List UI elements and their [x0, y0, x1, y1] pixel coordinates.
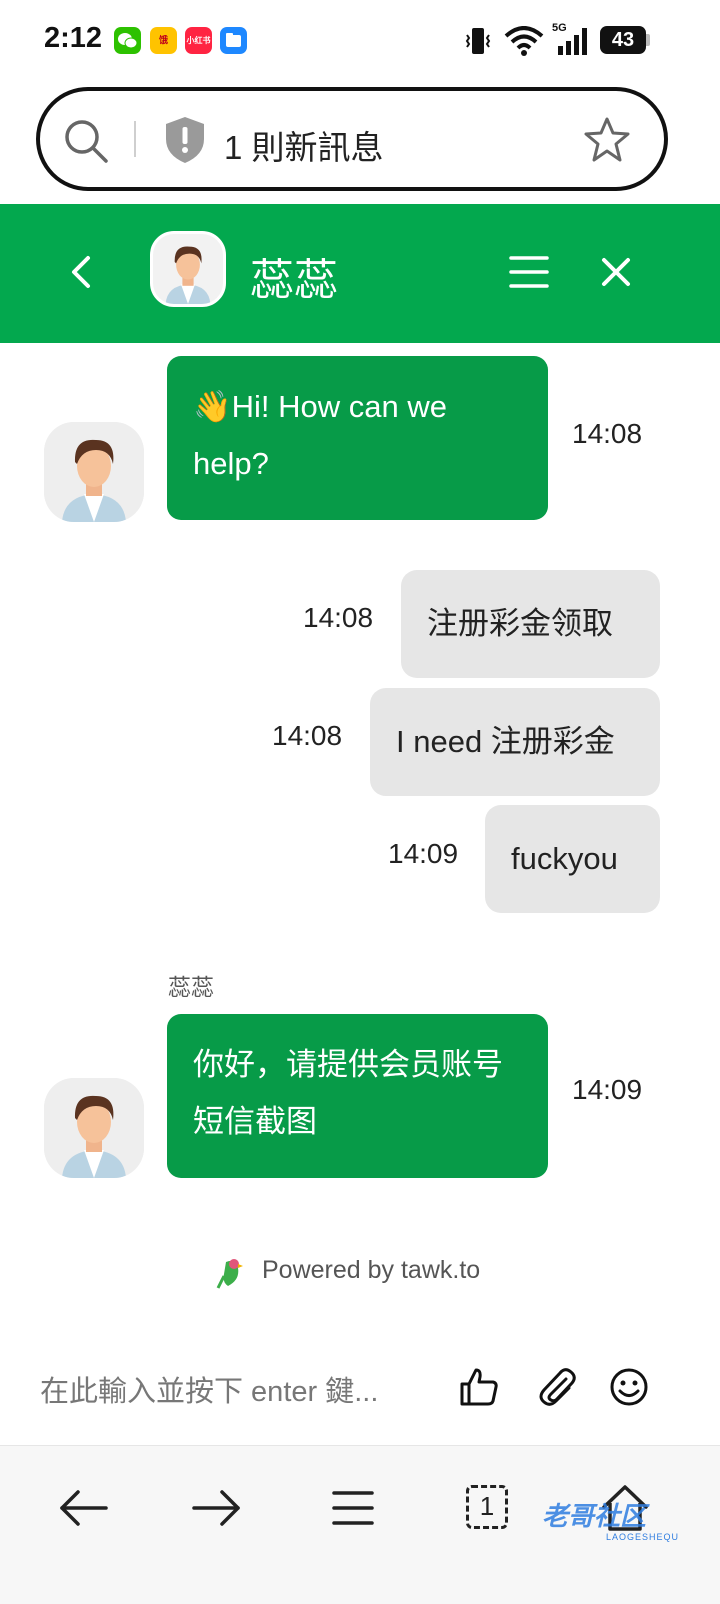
agent-avatar [150, 231, 226, 307]
browser-bottom-nav: 1 老哥社区 LAOGESHEQU [0, 1445, 720, 1604]
back-chevron-icon[interactable] [64, 252, 100, 292]
agent-message-text: 你好，请提供会员账号短信截图 [193, 1047, 503, 1139]
user-message-text: fuckyou [511, 841, 618, 876]
bookmark-star-icon[interactable] [582, 115, 632, 165]
close-icon[interactable] [596, 252, 636, 292]
vibrate-icon [465, 28, 491, 54]
user-message-text: I need 注册彩金 [396, 724, 615, 759]
meituan-icon: 饿 [150, 27, 177, 54]
tabs-button[interactable]: 1 [460, 1483, 514, 1533]
chat-header: 蕊蕊 [0, 204, 720, 343]
search-icon[interactable] [62, 117, 110, 165]
thumbs-up-icon[interactable] [458, 1366, 500, 1408]
battery-icon: 43 [600, 26, 650, 54]
agent-avatar-icon [153, 234, 223, 304]
agent-message-avatar [44, 1078, 144, 1178]
tab-count: 1 [479, 1491, 495, 1521]
message-time: 14:09 [572, 1074, 643, 1105]
message-time: 14:09 [388, 838, 459, 869]
status-time: 2:12 [44, 22, 103, 54]
status-bar: 2:12 饿 小红书 5G 43 [0, 0, 720, 84]
agent-message-text: Hi! How can we help? [193, 389, 447, 481]
shield-icon[interactable] [162, 115, 208, 165]
agent-message-bubble: 你好，请提供会员账号短信截图 [167, 1014, 548, 1178]
watermark-subtitle: LAOGESHEQU [606, 1532, 680, 1542]
wifi-icon [504, 26, 544, 56]
xiaohongshu-icon: 小红书 [185, 27, 212, 54]
sender-name: 蕊蕊 [168, 974, 214, 1000]
tawk-parrot-icon [216, 1259, 243, 1289]
agent-name: 蕊蕊 [250, 256, 338, 305]
page-title: 1 則新訊息 [224, 129, 384, 166]
agent-message-bubble: 👋Hi! How can we help? [167, 356, 548, 520]
battery-level: 43 [611, 29, 635, 51]
attachment-icon[interactable] [536, 1366, 578, 1408]
message-time: 14:08 [572, 418, 643, 449]
address-bar[interactable]: 1 則新訊息 [36, 87, 668, 191]
agent-avatar-icon [44, 422, 144, 522]
message-time: 14:08 [303, 602, 374, 633]
wave-emoji: 👋 [193, 389, 232, 424]
wechat-icon [114, 27, 141, 54]
watermark-logo: 老哥社区 [542, 1501, 647, 1531]
user-message-text: 注册彩金领取 [427, 606, 613, 641]
message-input[interactable]: 在此輸入並按下 enter 鍵... [40, 1368, 378, 1410]
powered-by-text: Powered by tawk.to [262, 1256, 481, 1284]
message-time: 14:08 [272, 720, 343, 751]
user-message-bubble: I need 注册彩金 [370, 688, 660, 796]
menu-icon[interactable] [508, 252, 550, 292]
agent-avatar-icon [44, 1078, 144, 1178]
address-divider [134, 121, 136, 157]
signal-icon [558, 28, 587, 55]
agent-message-avatar [44, 422, 144, 522]
browser-menu-icon[interactable] [326, 1483, 380, 1533]
files-icon [220, 27, 247, 54]
user-message-bubble: fuckyou [485, 805, 660, 913]
emoji-icon[interactable] [608, 1366, 650, 1408]
forward-arrow-icon[interactable] [190, 1483, 244, 1533]
back-arrow-icon[interactable] [56, 1483, 110, 1533]
user-message-bubble: 注册彩金领取 [401, 570, 660, 678]
